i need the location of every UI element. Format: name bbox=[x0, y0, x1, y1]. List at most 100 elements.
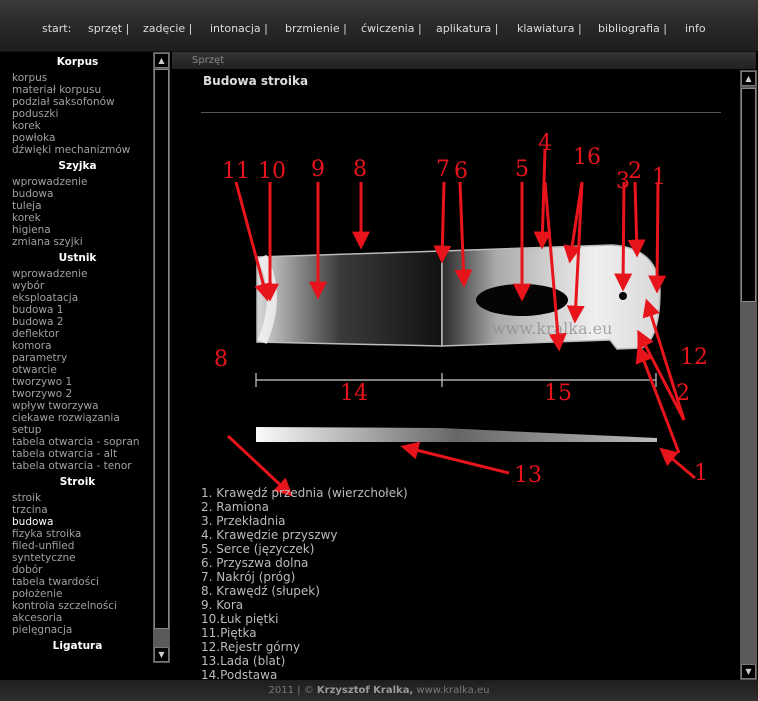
sidebar-section-title: Szyjka bbox=[58, 160, 97, 172]
sidebar-item[interactable]: wpływ tworzywa bbox=[2, 400, 153, 412]
sidebar-item[interactable]: fizyka stroika bbox=[2, 528, 153, 540]
sidebar-item[interactable]: eksploatacja bbox=[2, 292, 153, 304]
sidebar-item[interactable]: stroik bbox=[2, 492, 153, 504]
sidebar-item[interactable]: korek bbox=[2, 212, 153, 224]
divider bbox=[201, 112, 721, 113]
content-scroll-down-icon[interactable]: ▼ bbox=[741, 664, 756, 679]
sidebar-item[interactable]: podział saksofonów bbox=[2, 96, 153, 108]
nav-brzmienie[interactable]: brzmienie | bbox=[285, 22, 347, 35]
sidebar-item[interactable]: deflektor bbox=[2, 328, 153, 340]
nav-intonacja[interactable]: intonacja | bbox=[210, 22, 268, 35]
nav-zadecie[interactable]: zadęcie | bbox=[143, 22, 192, 35]
sidebar-section-title: Stroik bbox=[59, 476, 96, 488]
legend-item: 3. Przekładnia bbox=[201, 514, 286, 528]
footer-site-link[interactable]: www.kralka.eu bbox=[416, 685, 489, 696]
page-title: Budowa stroika bbox=[203, 74, 309, 88]
nav-klawiatura[interactable]: klawiatura | bbox=[517, 22, 582, 35]
sidebar-item[interactable]: tabela otwarcia - tenor bbox=[2, 460, 153, 472]
sidebar-item[interactable]: budowa bbox=[2, 516, 153, 528]
legend-item: 1. Krawędź przednia (wierzchołek) bbox=[201, 486, 408, 500]
sidebar-item[interactable]: otwarcie bbox=[2, 364, 153, 376]
sidebar-scrollbar[interactable]: ▲ ▼ bbox=[153, 52, 170, 663]
label-14: 14 bbox=[340, 381, 368, 406]
footer-author: Krzysztof Kralka, bbox=[316, 685, 414, 696]
sidebar-item[interactable]: tworzywo 1 bbox=[2, 376, 153, 388]
breadcrumb[interactable]: Sprzęt bbox=[192, 55, 224, 66]
label-1-side: 1 bbox=[694, 461, 708, 486]
sidebar-section-title: Ligatura bbox=[52, 640, 103, 652]
top-navigation-bar: start: sprzęt | zadęcie | intonacja | br… bbox=[0, 0, 758, 52]
label-9: 9 bbox=[311, 157, 325, 182]
legend-item: 2. Ramiona bbox=[201, 500, 270, 514]
sidebar: Korpus korpus materiał korpusu podział saks… bbox=[2, 52, 153, 663]
legend-item: 6. Przyszwa dolna bbox=[201, 556, 309, 570]
label-13: 13 bbox=[514, 463, 542, 488]
sidebar-item[interactable]: poduszki bbox=[2, 108, 153, 120]
legend-item: 10.Łuk piętki bbox=[201, 612, 279, 626]
reed-diagram: www.kralka.eu 11 10 9 8 7 6 5 4 16 3 2 1… bbox=[214, 131, 708, 497]
sidebar-section-title: Ustnik bbox=[58, 252, 97, 264]
sidebar-item[interactable]: budowa 2 bbox=[2, 316, 153, 328]
nav-sprzet[interactable]: sprzęt | bbox=[88, 22, 129, 35]
label-8: 8 bbox=[353, 157, 367, 182]
legend-item: 12.Rejestr górny bbox=[201, 640, 301, 654]
nav-info[interactable]: info bbox=[685, 22, 706, 35]
sidebar-item[interactable]: wprowadzenie bbox=[2, 268, 153, 280]
sidebar-item[interactable]: tabela otwarcia - alt bbox=[2, 448, 153, 460]
sidebar-item[interactable]: dobór bbox=[2, 564, 153, 576]
sidebar-item[interactable]: pielęgnacja bbox=[2, 624, 153, 636]
sidebar-item[interactable]: dźwięki mechanizmów bbox=[2, 144, 153, 156]
scroll-down-arrow-icon[interactable]: ▼ bbox=[154, 647, 169, 662]
shoulder-dot bbox=[619, 292, 627, 300]
sidebar-item[interactable]: korpus bbox=[2, 72, 153, 84]
sidebar-item[interactable]: komora bbox=[2, 340, 153, 352]
sidebar-item[interactable]: tuleja bbox=[2, 200, 153, 212]
reed-stock bbox=[256, 250, 443, 347]
sidebar-item[interactable]: syntetyczne bbox=[2, 552, 153, 564]
footer-year: 2011 | bbox=[268, 685, 301, 696]
legend-item: 7. Nakrój (próg) bbox=[201, 570, 296, 584]
sidebar-item[interactable]: wybór bbox=[2, 280, 153, 292]
label-6: 6 bbox=[454, 159, 468, 184]
sidebar-item[interactable]: materiał korpusu bbox=[2, 84, 153, 96]
sidebar-item[interactable]: setup bbox=[2, 424, 153, 436]
sidebar-item[interactable]: filed-unfiled bbox=[2, 540, 153, 552]
content-scroll-thumb[interactable] bbox=[741, 88, 756, 302]
content-area: Budowa stroika www.kralka.eu 11 10 9 8 7… bbox=[172, 70, 740, 680]
legend-item: 5. Serce (języczek) bbox=[201, 542, 315, 556]
copyright-symbol: © bbox=[303, 685, 314, 696]
legend-item: 11.Piętka bbox=[201, 626, 257, 640]
sidebar-item[interactable]: powłoka bbox=[2, 132, 153, 144]
nav-bibliografia[interactable]: bibliografia | bbox=[598, 22, 667, 35]
sidebar-item[interactable]: higiena bbox=[2, 224, 153, 236]
sidebar-item[interactable]: budowa 1 bbox=[2, 304, 153, 316]
label-4: 4 bbox=[538, 131, 552, 156]
sidebar-scroll-thumb[interactable] bbox=[154, 69, 169, 629]
parts-legend: 1. Krawędź przednia (wierzchołek) 2. Rami… bbox=[201, 486, 408, 680]
sidebar-item[interactable]: akcesoria bbox=[2, 612, 153, 624]
label-8-side: 8 bbox=[214, 347, 228, 372]
sidebar-item[interactable]: kontrola szczelności bbox=[2, 600, 153, 612]
sidebar-item[interactable]: tabela otwarcia - sopran bbox=[2, 436, 153, 448]
content-scrollbar[interactable]: ▲ ▼ bbox=[740, 70, 757, 680]
sidebar-item[interactable]: zmiana szyjki bbox=[2, 236, 153, 248]
footer: 2011 | © Krzysztof Kralka, www.kralka.eu bbox=[0, 680, 758, 701]
nav-aplikatura[interactable]: aplikatura | bbox=[436, 22, 499, 35]
label-16: 16 bbox=[573, 145, 601, 170]
sidebar-item[interactable]: wprowadzenie bbox=[2, 176, 153, 188]
nav-cwiczenia[interactable]: ćwiczenia | bbox=[361, 22, 422, 35]
legend-item: 8. Krawędź (słupek) bbox=[201, 584, 320, 598]
label-2-top: 2 bbox=[628, 159, 642, 184]
sidebar-item[interactable]: tabela twardości bbox=[2, 576, 153, 588]
label-2-bottom: 2 bbox=[676, 381, 690, 406]
sidebar-item[interactable]: korek bbox=[2, 120, 153, 132]
content-scroll-up-icon[interactable]: ▲ bbox=[741, 71, 756, 86]
sidebar-item[interactable]: ciekawe rozwiązania bbox=[2, 412, 153, 424]
label-1-top: 1 bbox=[652, 165, 666, 190]
scroll-up-arrow-icon[interactable]: ▲ bbox=[154, 53, 169, 68]
sidebar-item[interactable]: tworzywo 2 bbox=[2, 388, 153, 400]
sidebar-item[interactable]: położenie bbox=[2, 588, 153, 600]
sidebar-item[interactable]: budowa bbox=[2, 188, 153, 200]
sidebar-item[interactable]: trzcina bbox=[2, 504, 153, 516]
sidebar-item[interactable]: parametry bbox=[2, 352, 153, 364]
